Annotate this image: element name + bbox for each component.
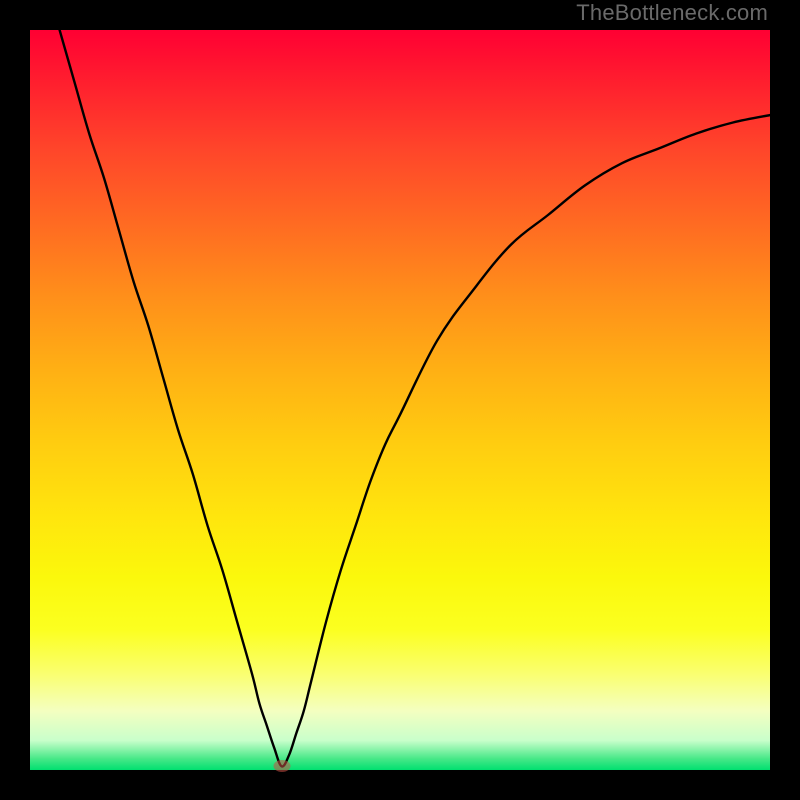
watermark-text: TheBottleneck.com bbox=[576, 0, 768, 26]
bottleneck-curve bbox=[60, 30, 770, 766]
curve-svg bbox=[30, 30, 770, 770]
optimum-marker bbox=[273, 760, 290, 772]
chart-frame: TheBottleneck.com bbox=[0, 0, 800, 800]
